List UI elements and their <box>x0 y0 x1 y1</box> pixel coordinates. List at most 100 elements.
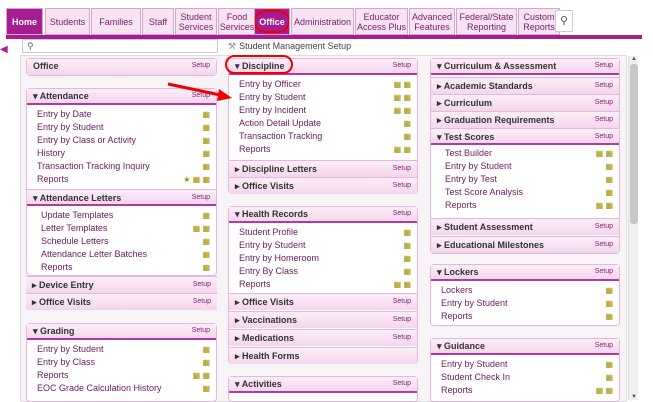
favorite-icon[interactable]: ▦ <box>605 161 613 173</box>
subpanel-student-assessment[interactable]: Student Assessment <box>444 222 533 232</box>
menu-item[interactable]: Entry by Test ▦ <box>431 173 619 186</box>
setup-link[interactable]: Setup <box>393 207 411 221</box>
menu-item[interactable]: Reports ▦ ▦ <box>229 278 417 291</box>
favorite-icon[interactable]: ▦ <box>403 266 411 278</box>
menu-item[interactable]: Reports ▦ <box>27 261 216 274</box>
menu-item[interactable]: Entry by Student ▦ <box>27 343 216 356</box>
favorite-icon[interactable]: ▦ ▦ <box>596 200 613 212</box>
tab-families[interactable]: Families <box>91 8 141 35</box>
favorite-icon[interactable]: ▦ <box>202 109 210 121</box>
favorite-icon[interactable]: ▦ <box>202 210 210 222</box>
favorite-icon[interactable]: ▦ ▦ <box>596 385 613 397</box>
menu-item[interactable]: Test Builder ▦ ▦ <box>431 147 619 160</box>
favorite-icon[interactable]: ▦ ▦ <box>596 148 613 160</box>
menu-item[interactable]: Reports ★ ▦ ▦ <box>27 173 216 186</box>
favorite-icon[interactable]: ▦ ▦ <box>394 144 411 156</box>
setup-link[interactable]: Setup <box>193 277 211 293</box>
search-icon[interactable]: ⚲ <box>555 10 573 32</box>
favorite-icon[interactable]: ▦ <box>403 227 411 239</box>
tab-home[interactable]: Home <box>6 8 43 35</box>
setup-link[interactable]: Setup <box>595 339 613 353</box>
subpanel-curriculum[interactable]: Curriculum <box>444 98 492 108</box>
menu-item[interactable]: Entry by Student ▦ <box>431 297 619 310</box>
setup-link[interactable]: Setup <box>192 324 210 338</box>
subpanel-discipline-letters[interactable]: Discipline Letters <box>242 164 317 174</box>
menu-item[interactable]: Action Detail Update ▦ <box>229 117 417 130</box>
menu-item[interactable]: Entry by Student ▦ ▦ <box>229 91 417 104</box>
star-icon[interactable]: ★ ▦ ▦ <box>183 174 210 186</box>
favorite-icon[interactable]: ▦ <box>202 357 210 369</box>
tab-staff[interactable]: Staff <box>142 8 174 35</box>
setup-link[interactable]: Setup <box>393 161 411 177</box>
menu-item[interactable]: Entry by Student ▦ <box>431 358 619 371</box>
menu-item[interactable]: Reports ▦ ▦ <box>27 369 216 382</box>
favorite-icon[interactable]: ▦ <box>403 131 411 143</box>
setup-link[interactable]: Setup <box>393 178 411 194</box>
favorite-icon[interactable]: ▦ <box>202 249 210 261</box>
menu-item[interactable]: Student Profile ▦ <box>229 226 417 239</box>
favorite-icon[interactable]: ▦ <box>605 359 613 371</box>
subpanel-office-visits[interactable]: Office Visits <box>242 181 294 191</box>
favorite-icon[interactable]: ▦ <box>202 135 210 147</box>
tab-educator-access-plus[interactable]: Educator Access Plus <box>355 8 408 35</box>
tab-custom-reports[interactable]: Custom Reports <box>518 8 560 35</box>
menu-item[interactable]: Reports ▦ ▦ <box>431 199 619 212</box>
scroll-down-icon[interactable]: ▼ <box>629 394 639 400</box>
setup-link[interactable]: Setup <box>393 312 411 328</box>
setup-link[interactable]: Setup <box>595 129 613 145</box>
menu-item[interactable]: Entry by Incident ▦ ▦ <box>229 104 417 117</box>
menu-item[interactable]: Entry by Class ▦ <box>27 356 216 369</box>
setup-link[interactable]: Setup <box>595 78 613 94</box>
tab-students[interactable]: Students <box>45 8 90 35</box>
menu-item[interactable]: Schedule Letters ▦ <box>27 235 216 248</box>
tab-food-services[interactable]: Food Services <box>218 8 256 35</box>
menu-item[interactable]: Entry by Officer ▦ ▦ <box>229 78 417 91</box>
subpanel-office-visits[interactable]: ▸ Office Visits Setup <box>26 293 217 310</box>
favorite-icon[interactable]: ▦ ▦ <box>394 92 411 104</box>
setup-link[interactable]: Setup <box>192 190 210 206</box>
subpanel-title[interactable]: Attendance Letters <box>40 193 122 203</box>
favorite-icon[interactable]: ▦ <box>202 262 210 274</box>
setup-link[interactable]: Setup <box>595 265 613 279</box>
favorite-icon[interactable]: ▦ <box>403 253 411 265</box>
favorite-icon[interactable]: ▦ <box>403 118 411 130</box>
favorite-icon[interactable]: ▦ ▦ <box>193 223 210 235</box>
favorite-icon[interactable]: ▦ <box>605 311 613 323</box>
tab-student-services[interactable]: Student Services <box>175 8 217 35</box>
menu-item[interactable]: Transaction Tracking Inquiry ▦ <box>27 160 216 173</box>
subpanel-office-visits[interactable]: Office Visits <box>242 297 294 307</box>
search-input[interactable]: ⚲ <box>22 39 218 53</box>
setup-link[interactable]: Setup <box>393 377 411 391</box>
favorite-icon[interactable]: ▦ <box>605 174 613 186</box>
setup-link[interactable]: Setup <box>595 59 613 73</box>
setup-link[interactable]: Setup <box>595 219 613 235</box>
panel-office[interactable]: Office Setup <box>26 58 217 76</box>
subpanel-educational-milestones[interactable]: Educational Milestones <box>444 240 544 250</box>
menu-item[interactable]: Update Templates ▦ <box>27 209 216 222</box>
favorite-icon[interactable]: ▦ <box>605 298 613 310</box>
subpanel-academic-standards[interactable]: Academic Standards <box>444 81 533 91</box>
chevron-left-icon[interactable]: ◀ <box>0 44 8 56</box>
menu-item[interactable]: Transaction Tracking ▦ <box>229 130 417 143</box>
subpanel-vaccinations[interactable]: Vaccinations <box>242 315 297 325</box>
favorite-icon[interactable]: ▦ ▦ <box>193 370 210 382</box>
menu-item[interactable]: Test Score Analysis ▦ <box>431 186 619 199</box>
favorite-icon[interactable]: ▦ <box>202 344 210 356</box>
favorite-icon[interactable]: ▦ ▦ <box>394 279 411 291</box>
menu-item[interactable]: Reports ▦ ▦ <box>431 384 619 397</box>
favorite-icon[interactable]: ▦ <box>605 372 613 384</box>
subpanel-test-scores[interactable]: Test Scores <box>444 132 494 142</box>
menu-item[interactable]: Entry by Student ▦ <box>431 160 619 173</box>
tab-advanced-features[interactable]: Advanced Features <box>409 8 455 35</box>
tab-office[interactable]: Office <box>254 8 290 35</box>
menu-item[interactable]: History ▦ <box>27 147 216 160</box>
setup-link[interactable]: Setup <box>393 59 411 73</box>
menu-item[interactable]: Entry by Class or Activity ▦ <box>27 134 216 147</box>
setup-link[interactable]: Setup <box>193 294 211 310</box>
favorite-icon[interactable]: ▦ <box>202 161 210 173</box>
favorite-icon[interactable]: ▦ <box>202 122 210 134</box>
subpanel-health-forms[interactable]: Health Forms <box>242 351 300 361</box>
setup-link[interactable]: Setup <box>595 95 613 111</box>
menu-item[interactable]: Entry By Class ▦ <box>229 265 417 278</box>
tab-federal-state-reporting[interactable]: Federal/State Reporting <box>456 8 517 35</box>
